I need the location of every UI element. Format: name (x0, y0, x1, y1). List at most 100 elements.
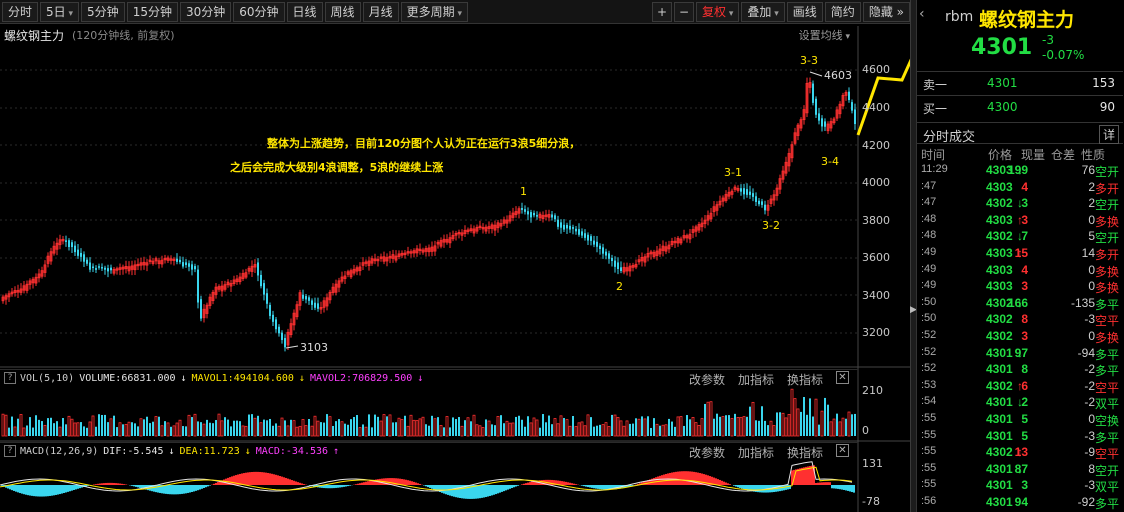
switch-indicator-button[interactable]: 换指标 (787, 371, 823, 388)
tick-row[interactable]: :52 4302 3 0 多换 (917, 328, 1123, 345)
volume-bar (772, 425, 776, 437)
tick-row[interactable]: :48 4303 ↑ 3 0 多换 (917, 212, 1123, 229)
tick-detail-button[interactable]: 详 (1098, 125, 1119, 144)
tick-row[interactable]: :55 4301 3 -3 双平 (917, 477, 1123, 494)
tick-volume: 4 (1021, 179, 1028, 194)
volume-bar (674, 426, 676, 436)
volume-bar (491, 424, 493, 436)
change-params-button[interactable]: 改参数 (689, 444, 725, 461)
help-icon[interactable]: ? (4, 372, 16, 384)
candle-body (575, 228, 577, 232)
macd-axis-tick: -78 (862, 495, 880, 508)
tick-price: 4302 (986, 196, 1013, 211)
annotation-line-2: 之后会完成大级别4浪调整，5浪的继续上涨 (230, 161, 444, 174)
tick-row[interactable]: :54 4301 ↓ 2 -2 双平 (917, 394, 1123, 411)
candle-body (71, 242, 73, 248)
volume-bar (197, 421, 199, 436)
volume-bar (599, 424, 601, 436)
volume-bar (170, 426, 172, 436)
tick-row[interactable]: :48 4302 ↓ 7 5 空开 (917, 228, 1123, 245)
tick-row[interactable]: :52 4301 ↓ 97 -94 多平 (917, 345, 1123, 362)
ask-row[interactable]: 卖一 4301 153 (917, 71, 1123, 95)
candle-body (176, 258, 178, 262)
tick-volume: 3 (1021, 478, 1028, 493)
candle-body (761, 201, 763, 205)
volume-bar (35, 415, 37, 436)
annotation-line-1: 整体为上涨趋势，目前120分图个人认为正在运行3浪5细分浪， (267, 137, 581, 150)
volume-bar (496, 416, 500, 437)
tick-time: :52 (921, 328, 937, 341)
tick-nature: 多平 (1095, 364, 1120, 379)
tick-time: :56 (921, 494, 937, 507)
tick-row[interactable]: :55 4302 ↑ 13 -9 空平 (917, 444, 1123, 461)
tick-row[interactable]: :49 4303 3 0 多换 (917, 278, 1123, 295)
switch-indicator-button[interactable]: 换指标 (787, 444, 823, 461)
bid-label: 买一 (923, 102, 948, 116)
tick-time: :50 (921, 295, 937, 308)
macd-value: MACD:-34.536 (255, 445, 329, 457)
tick-row[interactable]: :56 4301 94 -92 多平 (917, 494, 1123, 511)
tick-row[interactable]: :47 4303 4 2 多开 (917, 179, 1123, 196)
volume-bar (836, 413, 838, 436)
close-icon[interactable]: ✕ (836, 444, 849, 457)
candle-body (611, 257, 613, 262)
volume-bar (95, 426, 97, 436)
volume-bar (137, 426, 139, 436)
tick-row[interactable]: 11:29 4303 ↓ 199 76 空开 (917, 162, 1123, 179)
candle-body (104, 267, 106, 270)
volume-bar (854, 413, 856, 436)
bid-row[interactable]: 买一 4300 90 (917, 95, 1123, 119)
tick-row[interactable]: :52 4301 8 -2 多平 (917, 361, 1123, 378)
volume-indicator-bar: ? VOL(5,10) VOLUME:66831.000 ↓ MAVOL1:49… (0, 369, 858, 388)
volume-bar (220, 420, 224, 437)
tick-row[interactable]: :53 4302 ↑ 6 -2 空平 (917, 378, 1123, 395)
volume-bar (358, 427, 362, 437)
tick-row[interactable]: :49 4303 ↑ 15 14 多开 (917, 245, 1123, 262)
tick-price: 4302 (986, 378, 1013, 393)
volume-bar (124, 423, 128, 437)
volume-bar (455, 419, 457, 436)
tick-row[interactable]: :55 4301 5 -3 多平 (917, 428, 1123, 445)
tick-row[interactable]: :50 4302 ↓ 166 -135 多平 (917, 295, 1123, 312)
volume-bar (392, 422, 394, 436)
volume-bar (767, 425, 769, 436)
close-icon[interactable]: ✕ (836, 371, 849, 384)
volume-bar (209, 422, 211, 436)
volume-bar (202, 423, 206, 437)
ma-settings-button[interactable]: 设置均线 (799, 27, 850, 43)
vol-volume: VOLUME:66831.000 (79, 372, 176, 384)
kline-chart[interactable] (0, 0, 916, 512)
chart-subtitle: (120分钟线, 前复权) (72, 29, 175, 42)
change-params-button[interactable]: 改参数 (689, 371, 725, 388)
volume-bar (22, 427, 26, 437)
tick-row[interactable]: :55 4301 5 0 空换 (917, 411, 1123, 428)
tick-time: :47 (921, 179, 937, 192)
volume-bar (661, 424, 665, 437)
ask-label: 卖一 (923, 78, 948, 92)
volume-bar (374, 414, 376, 436)
tick-row[interactable]: :55 4301 ↓ 87 8 空开 (917, 461, 1123, 478)
volume-bar (691, 417, 695, 437)
wave-label-3-4: 3-4 (821, 155, 839, 168)
help-icon[interactable]: ? (4, 445, 16, 457)
volume-bar (475, 424, 479, 437)
down-arrow-icon: ↓ (244, 445, 251, 457)
chevron-left-icon[interactable]: ‹ (919, 6, 925, 22)
volume-bar (653, 418, 655, 436)
tick-oi-diff: -9 (1084, 445, 1095, 460)
vol-axis-tick: 0 (862, 424, 869, 437)
volume-bar (53, 423, 55, 436)
volume-bar (13, 426, 17, 437)
add-indicator-button[interactable]: 加指标 (738, 371, 774, 388)
tick-row[interactable]: :47 4302 ↓ 3 2 空开 (917, 195, 1123, 212)
volume-bar (134, 423, 136, 436)
add-indicator-button[interactable]: 加指标 (738, 444, 774, 461)
tick-row[interactable]: :49 4303 4 0 多换 (917, 262, 1123, 279)
tick-time: :49 (921, 279, 937, 292)
volume-bar (41, 421, 43, 436)
volume-bar (487, 420, 491, 437)
tick-row[interactable]: :50 4302 8 -3 空平 (917, 311, 1123, 328)
price-tick: 3800 (862, 214, 890, 227)
volume-bar (607, 426, 611, 437)
volume-bar (323, 422, 325, 436)
